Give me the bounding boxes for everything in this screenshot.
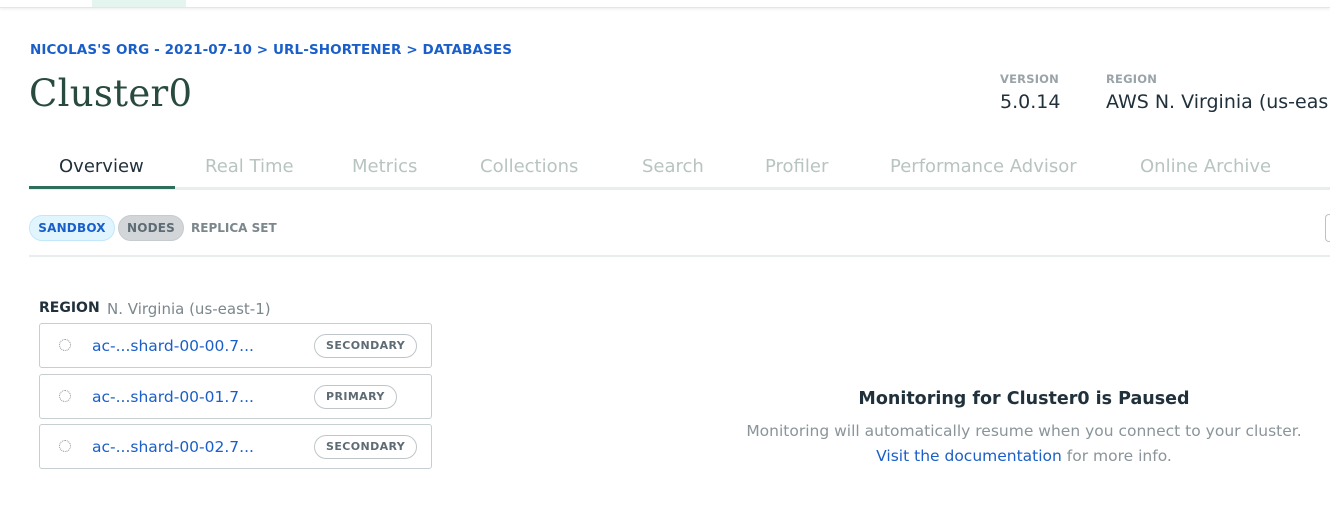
tab-metrics[interactable]: Metrics [352,156,417,177]
node-card[interactable]: ac-...shard-00-02.7... SECONDARY [39,424,432,469]
tab-collections[interactable]: Collections [480,156,578,177]
documentation-suffix: for more info. [1061,447,1172,465]
top-nav-active-tab[interactable] [92,0,186,7]
tab-overview[interactable]: Overview [59,156,144,177]
region-header-value: AWS N. Virginia (us-eas [1106,91,1329,113]
monitoring-docs-line: Visit the documentation for more info. [720,447,1328,465]
node-card[interactable]: ac-...shard-00-01.7... PRIMARY [39,374,432,419]
node-card[interactable]: ac-...shard-00-00.7... SECONDARY [39,323,432,368]
node-role-badge: SECONDARY [314,334,418,358]
monitoring-paused-message: Monitoring will automatically resume whe… [746,422,1302,440]
nodes-badge: NODES [118,215,184,241]
monitoring-paused-title: Monitoring for Cluster0 is Paused [858,389,1190,409]
sandbox-badge: SANDBOX [29,215,115,241]
page-title: Cluster0 [29,72,193,115]
node-status-icon [59,390,71,402]
breadcrumb-project[interactable]: URL-SHORTENER [273,42,402,58]
breadcrumb-separator: > [406,42,418,58]
node-hostname-link[interactable]: ac-...shard-00-00.7... [92,337,254,355]
region-value: N. Virginia (us-east-1) [107,300,271,318]
active-tab-indicator [29,186,175,189]
tab-profiler[interactable]: Profiler [765,156,828,177]
replica-set-label: REPLICA SET [191,221,277,235]
node-status-icon [59,339,71,351]
tab-real-time[interactable]: Real Time [205,156,294,177]
node-hostname-link[interactable]: ac-...shard-00-01.7... [92,388,254,406]
node-status-icon [59,440,71,452]
toolbar-button-partial[interactable] [1325,214,1330,242]
node-role-badge: SECONDARY [314,435,418,459]
version-label: VERSION [1000,72,1059,86]
tab-online-archive[interactable]: Online Archive [1140,156,1271,177]
cluster-tabs: Overview Real Time Metrics Collections S… [29,150,1330,190]
node-role-badge: PRIMARY [314,385,397,409]
breadcrumb-separator: > [256,42,269,58]
region-label: REGION [39,300,100,316]
node-hostname-link[interactable]: ac-...shard-00-02.7... [92,438,254,456]
section-divider [29,255,1330,257]
breadcrumb: NICOLAS'S ORG - 2021-07-10 > URL-SHORTEN… [30,42,512,58]
version-value: 5.0.14 [1000,91,1061,113]
tab-performance-advisor[interactable]: Performance Advisor [890,156,1077,177]
documentation-link[interactable]: Visit the documentation [876,447,1062,465]
breadcrumb-databases[interactable]: DATABASES [423,42,513,58]
region-header-label: REGION [1106,72,1158,86]
breadcrumb-org[interactable]: NICOLAS'S ORG - 2021-07-10 [30,42,252,58]
tab-search[interactable]: Search [642,156,704,177]
top-navigation-bar [0,0,1330,8]
